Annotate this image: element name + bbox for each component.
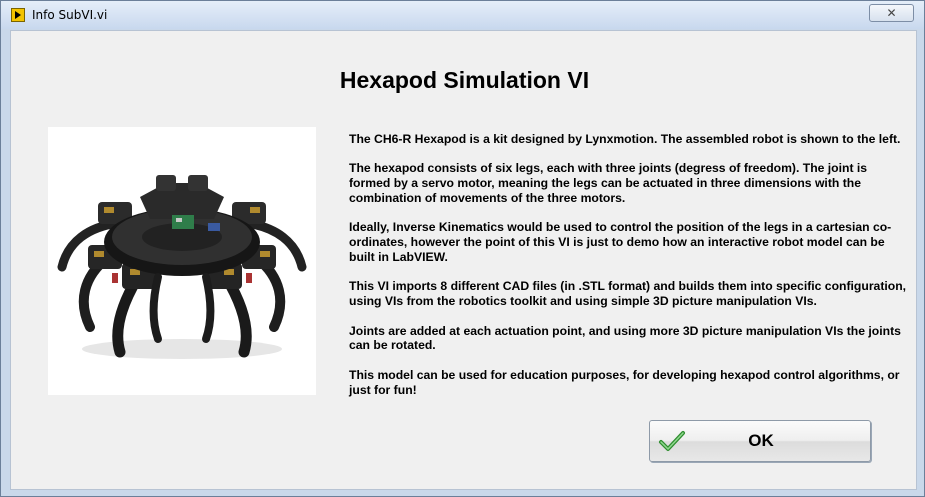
window-title: Info SubVI.vi xyxy=(32,8,108,22)
labview-vi-icon xyxy=(11,8,25,22)
page-title: Hexapod Simulation VI xyxy=(339,67,590,93)
dialog-content: Hexapod Simulation VI The CH6-R Hexapod … xyxy=(10,30,917,490)
close-button[interactable]: ✕ xyxy=(869,4,914,22)
description-text: The CH6-R Hexapod is a kit designed by L… xyxy=(349,132,909,412)
description-paragraph: Joints are added at each actuation point… xyxy=(349,323,901,353)
description-paragraph: Ideally, Inverse Kinematics would be use… xyxy=(349,220,892,264)
description-paragraph: The CH6-R Hexapod is a kit designed by L… xyxy=(349,132,901,146)
title-bar[interactable]: Info SubVI.vi ✕ xyxy=(1,1,924,29)
description-paragraph: This model can be used for education pur… xyxy=(349,367,900,397)
description-paragraph: The hexapod consists of six legs, each w… xyxy=(349,161,868,205)
description-paragraph: This VI imports 8 different CAD files (i… xyxy=(349,279,907,309)
ok-button-label: OK xyxy=(748,431,774,450)
hexapod-robot-photo xyxy=(48,127,316,395)
ok-button[interactable]: OK xyxy=(649,420,871,462)
dialog-window: Info SubVI.vi ✕ Hexapod Simulation VI Th… xyxy=(0,0,925,497)
